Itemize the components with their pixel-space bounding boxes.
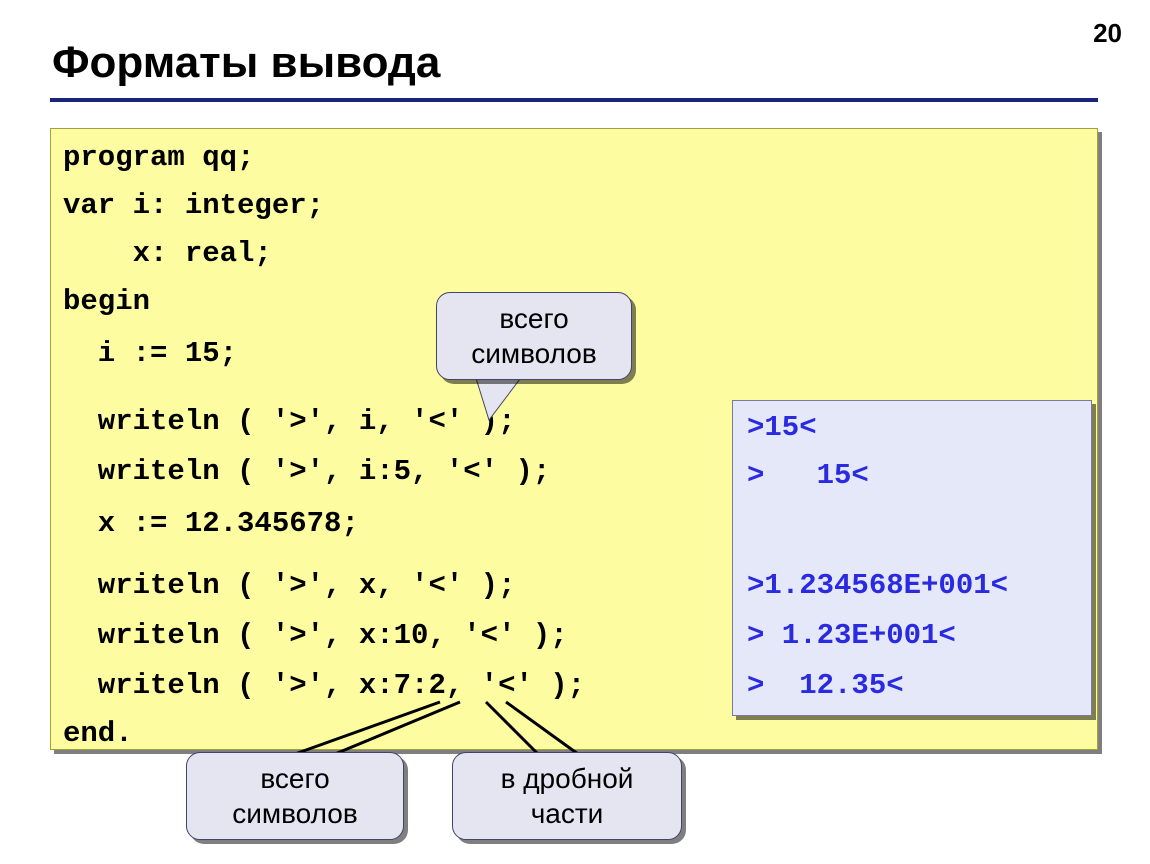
callout-line: в дробной (471, 761, 663, 796)
code-line: writeln ( '>', i, '<' ); (63, 405, 515, 438)
output-line: > 12.35< (747, 669, 904, 702)
output-line: > 1.23E+001< (747, 619, 956, 652)
callout-total-chars-top: всего символов (436, 292, 632, 380)
output-block: >15< > 15< >1.234568E+001< > 1.23E+001< … (732, 400, 1092, 716)
callout-line: символов (455, 336, 613, 371)
code-line: x: real; (63, 237, 272, 270)
title-rule (50, 98, 1098, 102)
page-number: 20 (1093, 18, 1122, 49)
output-line: >15< (747, 411, 817, 444)
callout-line: всего (205, 761, 385, 796)
output-line: > 15< (747, 459, 869, 492)
code-line: writeln ( '>', i:5, '<' ); (63, 455, 550, 488)
callout-fraction-part: в дробной части (452, 752, 682, 840)
output-line: >1.234568E+001< (747, 569, 1008, 602)
code-line: writeln ( '>', x, '<' ); (63, 569, 515, 602)
code-line: writeln ( '>', x:7:2, '<' ); (63, 669, 585, 702)
callout-line: символов (205, 796, 385, 831)
code-line: writeln ( '>', x:10, '<' ); (63, 619, 568, 652)
code-line: x := 12.345678; (63, 507, 359, 540)
callout-pointer-icon (475, 375, 535, 425)
slide: 20 Форматы вывода program qq; var i: int… (0, 0, 1150, 864)
slide-title: Форматы вывода (52, 38, 440, 88)
code-line: end. (63, 717, 133, 750)
callout-line: всего (455, 301, 613, 336)
code-line: begin (63, 285, 150, 318)
callout-line: части (471, 796, 663, 831)
code-line: var i: integer; (63, 189, 324, 222)
callout-total-chars-bottom: всего символов (186, 752, 404, 840)
code-line: i := 15; (63, 337, 237, 370)
code-line: program qq; (63, 141, 254, 174)
